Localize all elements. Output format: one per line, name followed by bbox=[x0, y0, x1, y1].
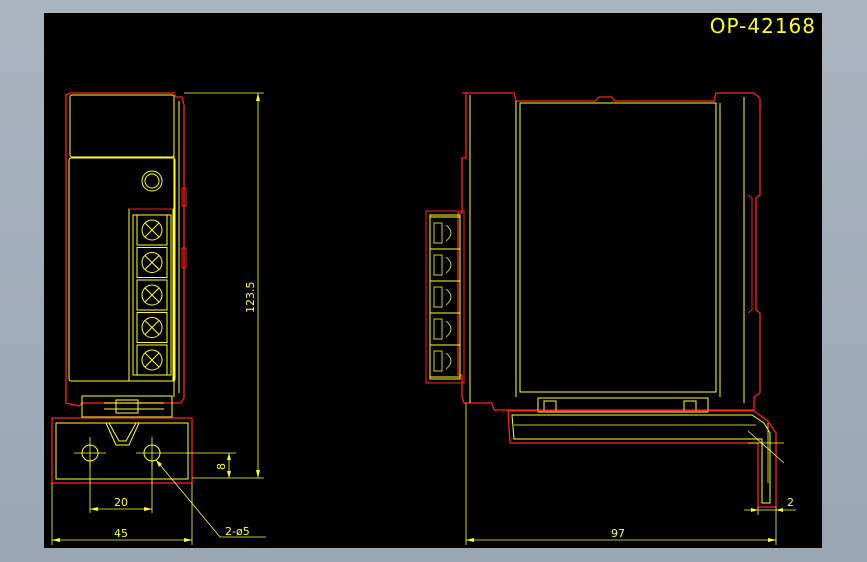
dim-offset-label: 8 bbox=[215, 463, 228, 470]
front-base-bracket bbox=[51, 395, 193, 484]
terminal-screw bbox=[136, 214, 168, 246]
dim-depth-label: 97 bbox=[611, 527, 625, 540]
dim-holes-leader: 2-ø5 bbox=[155, 459, 266, 538]
side-base-bracket bbox=[507, 397, 785, 508]
terminal-screw bbox=[136, 279, 168, 311]
front-body-outline bbox=[65, 92, 185, 407]
dim-height-label: 123.5 bbox=[244, 282, 257, 314]
dim-base-width: 45 bbox=[51, 483, 193, 545]
dim-hole-spacing: 20 bbox=[89, 461, 153, 513]
dim-hole-spacing-label: 20 bbox=[114, 496, 128, 509]
terminal-screw bbox=[136, 247, 168, 278]
side-terminal-segment bbox=[430, 280, 460, 308]
terminal-screw bbox=[136, 312, 168, 343]
dim-offset: 8 bbox=[168, 452, 236, 478]
dim-base-width-label: 45 bbox=[114, 527, 128, 540]
side-body-outline bbox=[457, 92, 761, 411]
side-terminal-segment bbox=[430, 248, 460, 276]
dim-holes-label: 2-ø5 bbox=[225, 525, 250, 538]
dim-flange-label: 2 bbox=[787, 496, 794, 509]
front-view: 123.5 8 20 45 2-ø5 bbox=[51, 92, 266, 545]
terminal-block bbox=[128, 208, 174, 382]
cad-viewport[interactable]: OP-42168 123.5 8 20 45 2-ø5 97 2 bbox=[44, 13, 822, 548]
side-main-panel bbox=[519, 102, 717, 393]
side-terminal-segment bbox=[430, 344, 460, 372]
side-terminal-segment bbox=[430, 216, 460, 244]
terminal-screw bbox=[136, 344, 168, 376]
dim-height: 123.5 bbox=[184, 92, 264, 479]
side-view: 97 2 bbox=[425, 92, 796, 545]
front-top-window bbox=[69, 94, 175, 158]
cad-drawing: 123.5 8 20 45 2-ø5 97 2 bbox=[51, 92, 796, 545]
side-terminal-segment bbox=[430, 312, 460, 340]
